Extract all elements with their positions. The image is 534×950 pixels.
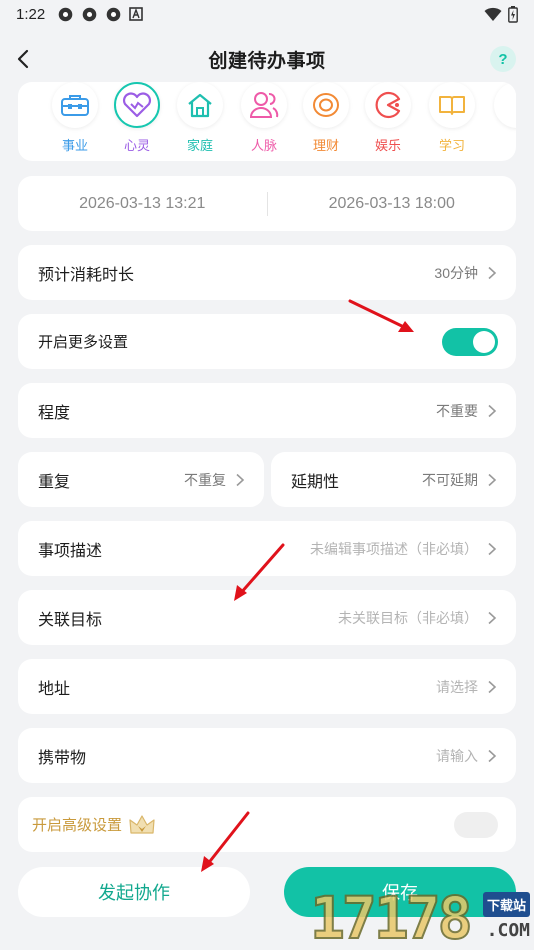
delay-value: 不可延期 <box>422 471 478 488</box>
duration-label: 预计消耗时长 <box>38 266 135 284</box>
battery-icon <box>508 5 518 23</box>
back-arrow-icon[interactable] <box>12 47 36 71</box>
advanced-settings-label: 开启高级设置 <box>32 817 123 834</box>
notification-icon <box>106 7 121 21</box>
category-label: 心灵 <box>123 138 150 153</box>
watermark-17178: 17178 下载站 .COM <box>309 882 534 950</box>
repeat-label: 重复 <box>38 473 71 491</box>
category-label: 事业 <box>61 138 88 153</box>
category-label: 理财 <box>312 138 339 153</box>
more-settings-toggle[interactable] <box>442 327 498 356</box>
notification-icon <box>58 7 73 21</box>
status-bar: 1:22 <box>0 0 534 28</box>
end-datetime[interactable]: 2026-03-13 18:00 <box>268 195 517 213</box>
category-study[interactable]: 学习 <box>427 82 477 154</box>
category-label: 娱乐 <box>374 138 401 153</box>
goal-row[interactable]: 关联目标 未关联目标（非必填） <box>18 590 516 645</box>
repeat-row[interactable]: 重复 不重复 <box>18 452 264 507</box>
chevron-right-icon <box>488 542 497 555</box>
pacman-icon <box>365 82 411 128</box>
people-icon <box>241 82 287 128</box>
toggle-knob <box>473 330 495 353</box>
date-range: 2026-03-13 13:21 2026-03-13 18:00 <box>18 176 516 231</box>
carry-row[interactable]: 携带物 请输入 <box>18 728 516 783</box>
app-header: 创建待办事项 ? <box>0 28 534 90</box>
category-mind[interactable]: 心灵 <box>112 82 162 154</box>
address-row[interactable]: 地址 请选择 <box>18 659 516 714</box>
carry-value: 请输入 <box>436 747 478 764</box>
chevron-right-icon <box>488 749 497 762</box>
app-a-icon <box>129 7 144 21</box>
category-fun[interactable]: 娱乐 <box>363 82 413 154</box>
crown-icon <box>129 814 155 834</box>
goal-value: 未关联目标（非必填） <box>338 609 478 626</box>
address-label: 地址 <box>38 680 71 698</box>
duration-row[interactable]: 预计消耗时长 30分钟 <box>18 245 516 300</box>
category-label: 人脉 <box>250 138 277 153</box>
briefcase-icon <box>52 82 98 128</box>
chevron-right-icon <box>488 680 497 693</box>
category-more[interactable] <box>492 82 516 128</box>
notification-icons <box>57 6 144 23</box>
page-title: 创建待办事项 <box>208 50 326 72</box>
address-value: 请选择 <box>436 678 478 695</box>
delay-label: 延期性 <box>291 473 340 491</box>
category-finance[interactable]: 理财 <box>301 82 351 154</box>
category-label: 学习 <box>438 138 465 153</box>
chevron-right-icon <box>488 473 497 486</box>
level-row[interactable]: 程度 不重要 <box>18 383 516 438</box>
category-selector: 事业 心灵 家庭 人脉 理财 娱乐 学习 <box>18 82 516 161</box>
chevron-right-icon <box>488 404 497 417</box>
watermark-text: 17178 <box>309 883 474 950</box>
repeat-value: 不重复 <box>184 471 226 488</box>
level-value: 不重要 <box>436 402 478 419</box>
home-icon <box>177 82 223 128</box>
level-label: 程度 <box>38 404 71 422</box>
notification-icon <box>82 7 97 21</box>
wifi-icon <box>484 7 502 21</box>
coin-icon <box>303 82 349 128</box>
start-datetime[interactable]: 2026-03-13 13:21 <box>18 195 267 213</box>
duration-value: 30分钟 <box>434 264 478 281</box>
heart-icon <box>114 82 160 128</box>
goal-label: 关联目标 <box>38 611 103 629</box>
watermark-badge: 下载站 <box>482 892 530 917</box>
description-label: 事项描述 <box>38 542 103 560</box>
watermark-domain: .COM <box>486 920 530 941</box>
advanced-settings-toggle[interactable] <box>454 811 498 838</box>
category-label: 家庭 <box>186 138 213 153</box>
book-icon <box>429 82 475 128</box>
chevron-right-icon <box>488 611 497 624</box>
delay-row[interactable]: 延期性 不可延期 <box>271 452 516 507</box>
carry-label: 携带物 <box>38 749 87 767</box>
system-icons <box>484 5 518 23</box>
advanced-settings-row: 开启高级设置 <box>18 797 516 852</box>
collaborate-button[interactable]: 发起协作 <box>18 867 250 917</box>
category-family[interactable]: 家庭 <box>175 82 225 154</box>
chevron-right-icon <box>236 473 245 486</box>
status-time: 1:22 <box>16 5 46 23</box>
help-button[interactable]: ? <box>490 46 516 72</box>
description-value: 未编辑事项描述（非必填） <box>310 540 478 557</box>
more-settings-label: 开启更多设置 <box>38 334 129 351</box>
chevron-right-icon <box>488 266 497 279</box>
description-row[interactable]: 事项描述 未编辑事项描述（非必填） <box>18 521 516 576</box>
more-settings-row: 开启更多设置 <box>18 314 516 369</box>
category-network[interactable]: 人脉 <box>239 82 289 154</box>
category-career[interactable]: 事业 <box>50 82 100 154</box>
more-category-icon <box>494 82 516 128</box>
